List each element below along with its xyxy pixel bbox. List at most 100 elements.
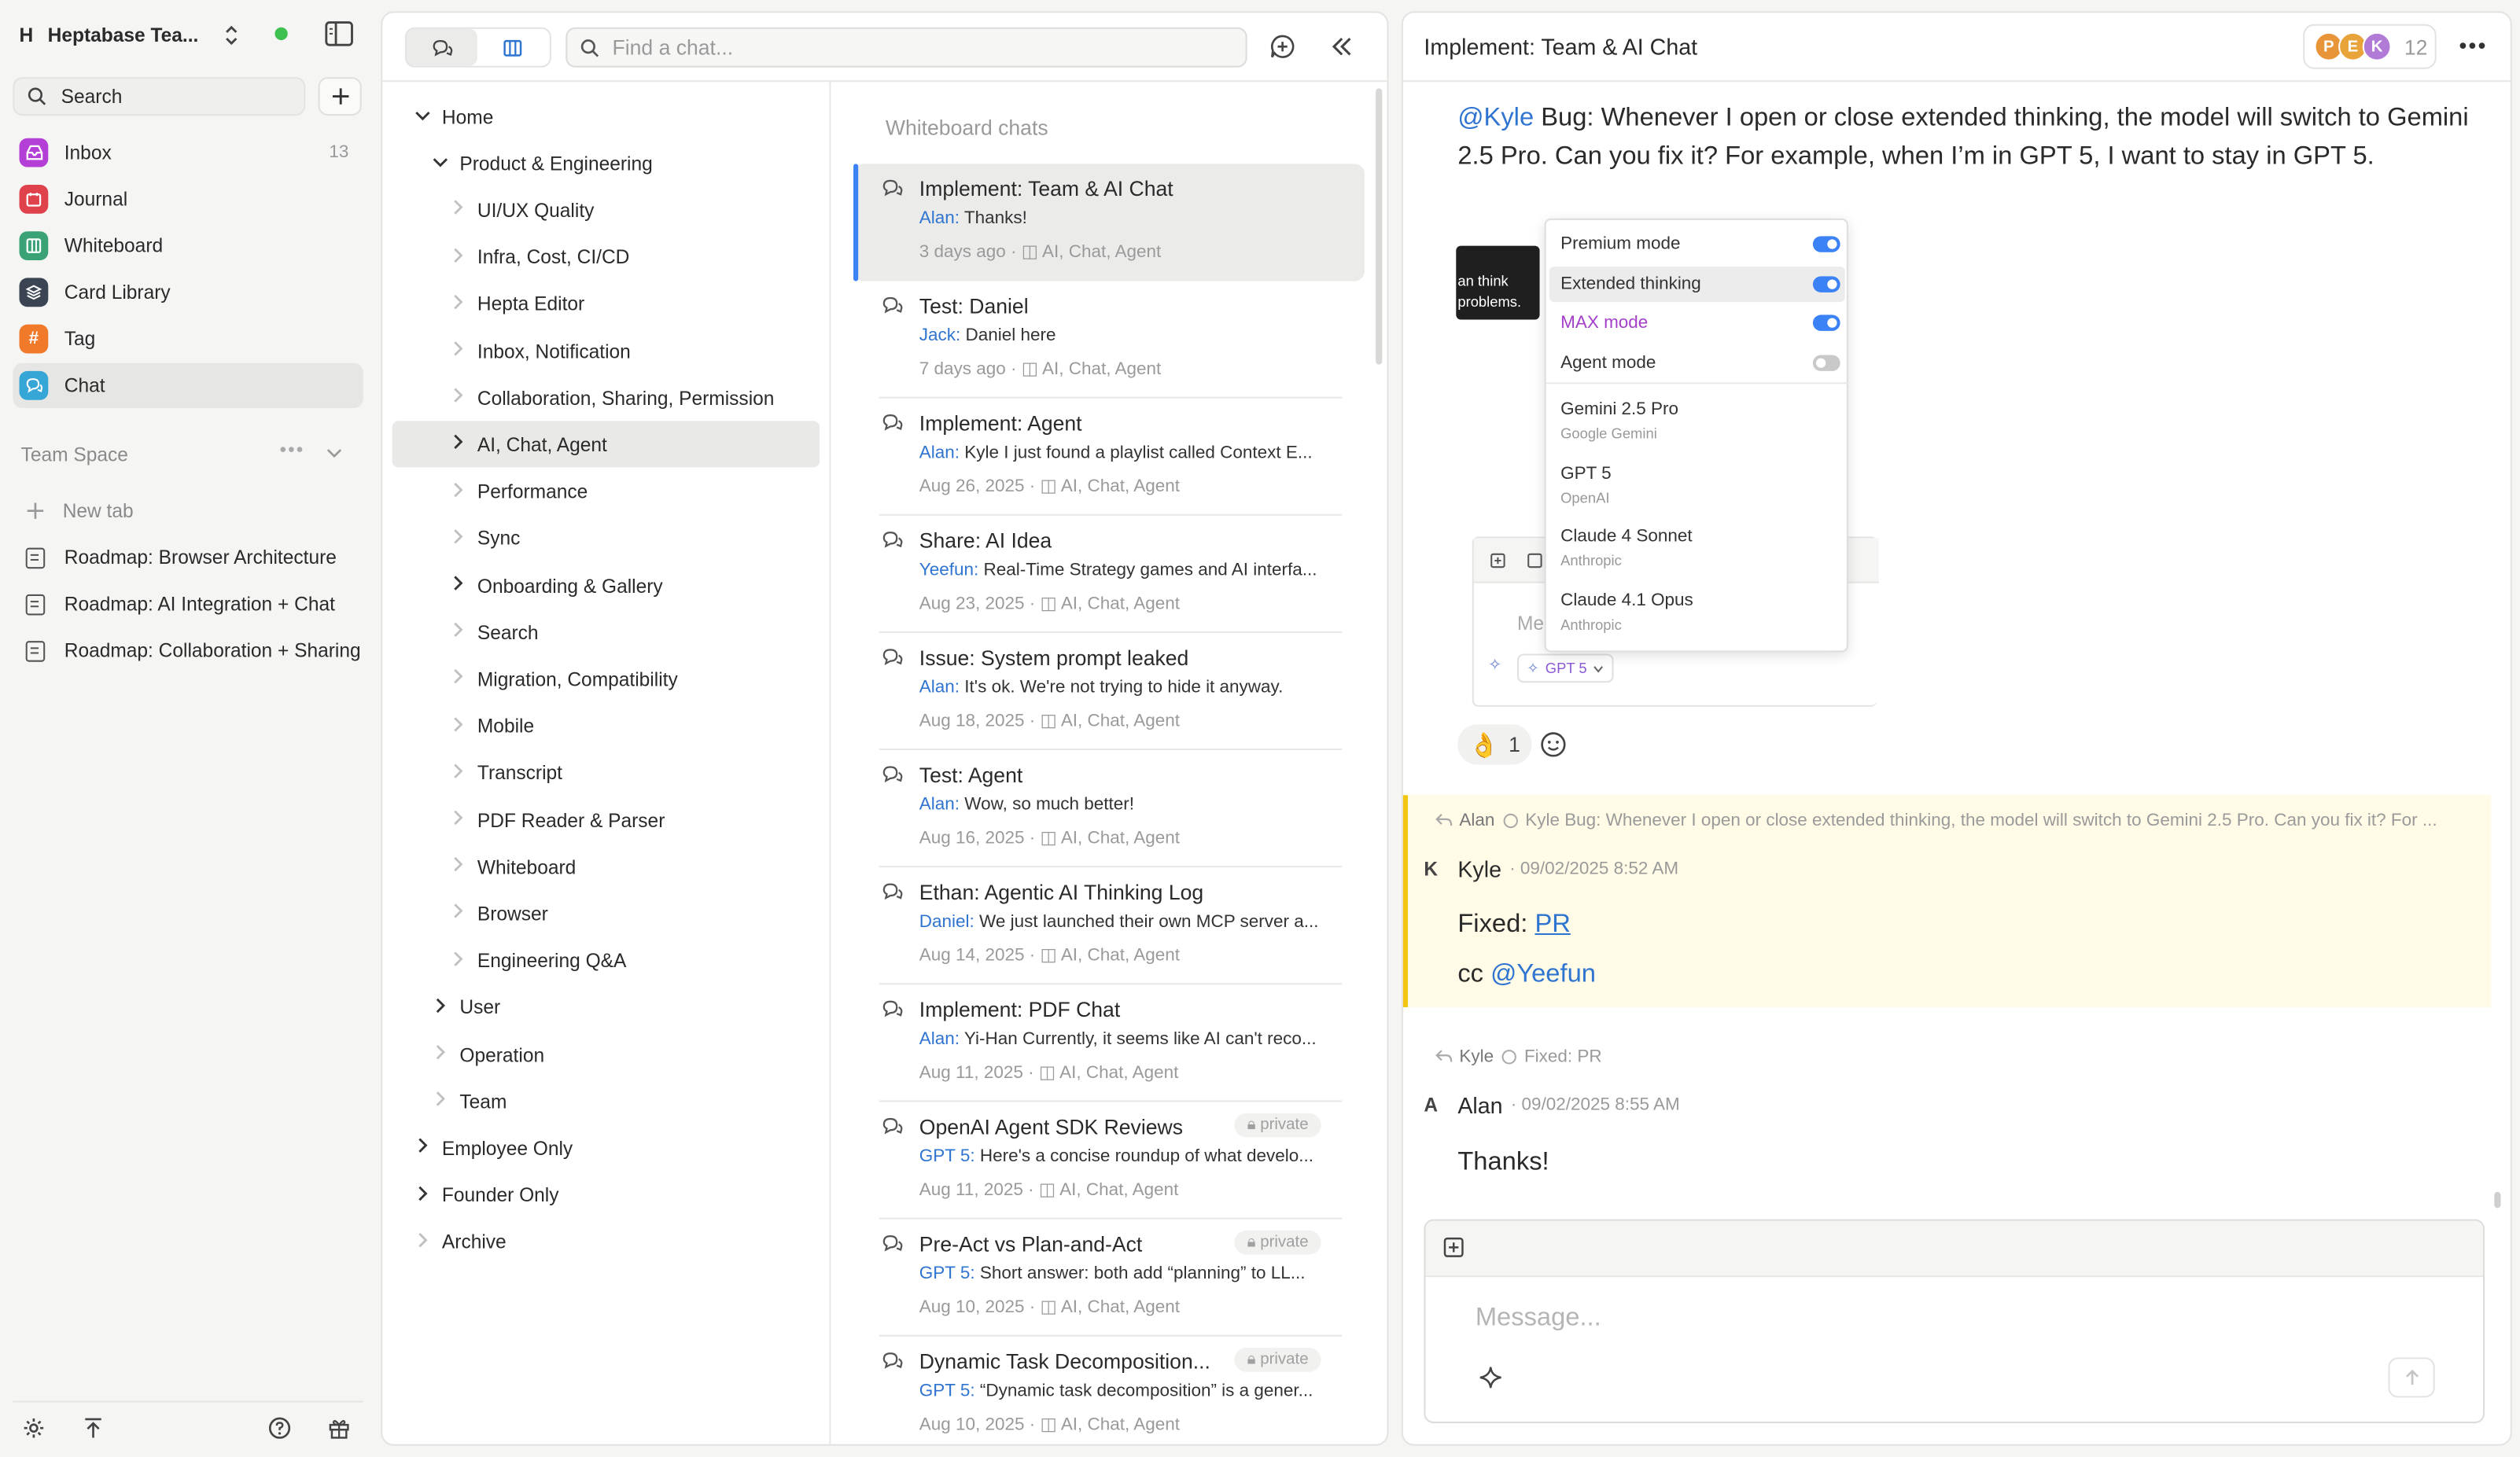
tree-item[interactable]: Onboarding & Gallery	[442, 562, 804, 609]
tree-item[interactable]: Browser	[442, 891, 804, 937]
chat-list-item[interactable]: Share: AI Idea Yeefun: Real-Time Strategy…	[853, 516, 1365, 633]
view-toggle[interactable]	[404, 27, 551, 68]
chevron-right-icon[interactable]	[442, 716, 474, 737]
tab-roadmap-collab[interactable]: Roadmap: Collaboration + Sharing	[13, 628, 363, 673]
chevron-down-icon[interactable]	[424, 153, 456, 173]
tree-item[interactable]: Archive	[407, 1219, 804, 1265]
more-icon[interactable]: •••	[280, 439, 305, 462]
sidebar-item-inbox[interactable]: Inbox 13	[13, 130, 363, 175]
chat-list-item[interactable]: Implement: PDF Chat Alan: Yi-Han Currentl…	[853, 984, 1365, 1102]
author-name[interactable]: Kyle	[1457, 856, 1501, 882]
tree-item[interactable]: Founder Only	[407, 1172, 804, 1219]
pr-link[interactable]: PR	[1534, 911, 1570, 938]
mention[interactable]: @Kyle	[1457, 105, 1534, 132]
settings-icon[interactable]	[23, 1417, 46, 1440]
chat-list-item[interactable]: Implement: Agent Alan: Kyle I just found …	[853, 399, 1365, 516]
chevron-right-icon[interactable]	[442, 903, 474, 925]
chat-list-item[interactable]: OpenAI Agent SDK Reviews 🔒︎ private GPT 5:…	[853, 1102, 1365, 1219]
tree-item[interactable]: AI, Chat, Agent	[392, 421, 820, 469]
tree-item[interactable]: Infra, Cost, CI/CD	[442, 234, 804, 280]
tree-item[interactable]: Hepta Editor	[442, 281, 804, 327]
chevron-right-icon[interactable]	[442, 575, 474, 596]
tree-item[interactable]: Transcript	[442, 750, 804, 797]
participants-badge[interactable]: P E K 12	[2303, 24, 2437, 69]
new-chat-icon[interactable]	[1269, 34, 1295, 60]
tree-item[interactable]: PDF Reader & Parser	[442, 797, 804, 843]
chevron-right-icon[interactable]	[407, 1232, 439, 1253]
tree-item[interactable]: Employee Only	[407, 1125, 804, 1172]
tree-item[interactable]: UI/UX Quality	[442, 187, 804, 234]
add-button[interactable]	[318, 77, 362, 116]
sidebar-search[interactable]: Search	[13, 77, 306, 116]
chevron-right-icon[interactable]	[442, 481, 474, 502]
tree-item[interactable]: Engineering Q&A	[442, 937, 804, 984]
chat-list-scrollbar[interactable]	[1376, 88, 1383, 365]
workspace-switcher[interactable]: H Heptabase Tea...	[20, 20, 254, 52]
chevron-right-icon[interactable]	[442, 293, 474, 315]
chevron-right-icon[interactable]	[442, 951, 474, 972]
chat-list-item[interactable]: Test: Agent Alan: Wow, so much better! Aug…	[853, 750, 1365, 867]
tab-roadmap-ai[interactable]: Roadmap: AI Integration + Chat	[13, 582, 363, 627]
chevron-right-icon[interactable]	[407, 1185, 439, 1206]
whiteboard-view-button[interactable]	[477, 29, 548, 66]
sidebar-item-chat[interactable]: Chat	[13, 362, 363, 408]
attached-screenshot[interactable]: an think problems. Me ✧ GPT 5 ✧ Premium …	[1456, 215, 1879, 710]
chat-list-item[interactable]: Pre-Act vs Plan-and-Act 🔒︎ private GPT 5: …	[853, 1220, 1365, 1337]
upload-icon[interactable]	[82, 1417, 105, 1440]
sidebar-toggle-icon[interactable]	[325, 21, 354, 47]
new-tab-button[interactable]: New tab	[13, 488, 363, 533]
tree-item[interactable]: Mobile	[442, 703, 804, 749]
sidebar-item-tag[interactable]: # Tag	[13, 316, 363, 361]
chevron-down-icon[interactable]	[407, 107, 439, 127]
chevron-right-icon[interactable]	[442, 856, 474, 878]
sidebar-item-card-library[interactable]: Card Library	[13, 270, 363, 315]
sidebar-item-whiteboard[interactable]: Whiteboard	[13, 223, 363, 268]
chat-list-item[interactable]: Test: Daniel Jack: Daniel here 7 days ago …	[853, 281, 1365, 399]
gift-icon[interactable]	[328, 1417, 351, 1440]
reaction-chip[interactable]: 👌 1	[1457, 724, 1532, 765]
chevron-right-icon[interactable]	[442, 388, 474, 409]
chat-list-item[interactable]: Issue: System prompt leaked Alan: It's ok…	[853, 633, 1365, 750]
team-space-header[interactable]: Team Space •••	[21, 439, 359, 468]
chevron-right-icon[interactable]	[407, 1138, 439, 1159]
tree-item[interactable]: Inbox, Notification	[442, 328, 804, 374]
chevron-right-icon[interactable]	[442, 528, 474, 550]
chevron-right-icon[interactable]	[442, 340, 474, 362]
tree-item[interactable]: Operation	[424, 1032, 803, 1078]
tree-item[interactable]: Performance	[442, 469, 804, 515]
help-icon[interactable]	[268, 1417, 291, 1440]
reply-quote[interactable]: Alan Kyle Bug: Whenever I open or close …	[1435, 811, 2488, 830]
chevron-right-icon[interactable]	[424, 1044, 456, 1065]
tree-item[interactable]: Home	[407, 93, 804, 139]
chat-list-item[interactable]: Implement: Team & AI Chat Alan: Thanks! 3 …	[853, 164, 1365, 281]
chat-list-item[interactable]: Ethan: Agentic AI Thinking Log Daniel: We…	[853, 867, 1365, 984]
message-input[interactable]: Message...	[1476, 1304, 2440, 1346]
chevron-right-icon[interactable]	[424, 1091, 456, 1113]
more-options-icon[interactable]: •••	[2459, 32, 2487, 58]
tree-item[interactable]: Search	[442, 609, 804, 656]
chevron-right-icon[interactable]	[442, 763, 474, 784]
chevron-right-icon[interactable]	[442, 669, 474, 690]
author-name[interactable]: Alan	[1457, 1092, 1502, 1118]
conversation-scrollbar[interactable]	[2494, 1191, 2501, 1209]
collapse-panel-icon[interactable]	[1329, 35, 1355, 58]
chevron-right-icon[interactable]	[442, 434, 474, 455]
attach-card-icon[interactable]	[1443, 1237, 1464, 1258]
chevron-right-icon[interactable]	[442, 810, 474, 831]
chevron-right-icon[interactable]	[424, 997, 456, 1018]
chevron-right-icon[interactable]	[442, 247, 474, 268]
chevron-down-icon[interactable]	[326, 447, 342, 459]
tree-item[interactable]: Product & Engineering	[424, 140, 803, 186]
add-reaction-icon[interactable]	[1540, 731, 1568, 759]
tree-item[interactable]: Migration, Compatibility	[442, 656, 804, 702]
reply-quote[interactable]: Kyle Fixed: PR	[1435, 1047, 1602, 1067]
tree-item[interactable]: Sync	[442, 515, 804, 561]
tree-item[interactable]: Team	[424, 1078, 803, 1124]
sidebar-item-journal[interactable]: Journal	[13, 177, 363, 222]
mention[interactable]: @Yeefun	[1490, 961, 1596, 988]
tree-item[interactable]: User	[424, 984, 803, 1031]
find-chat-input[interactable]: Find a chat...	[566, 27, 1247, 68]
chat-list-item[interactable]: Dynamic Task Decomposition... 🔒︎ private G…	[853, 1337, 1365, 1454]
chat-view-button[interactable]	[406, 28, 477, 66]
sparkle-icon[interactable]	[1479, 1366, 1503, 1390]
